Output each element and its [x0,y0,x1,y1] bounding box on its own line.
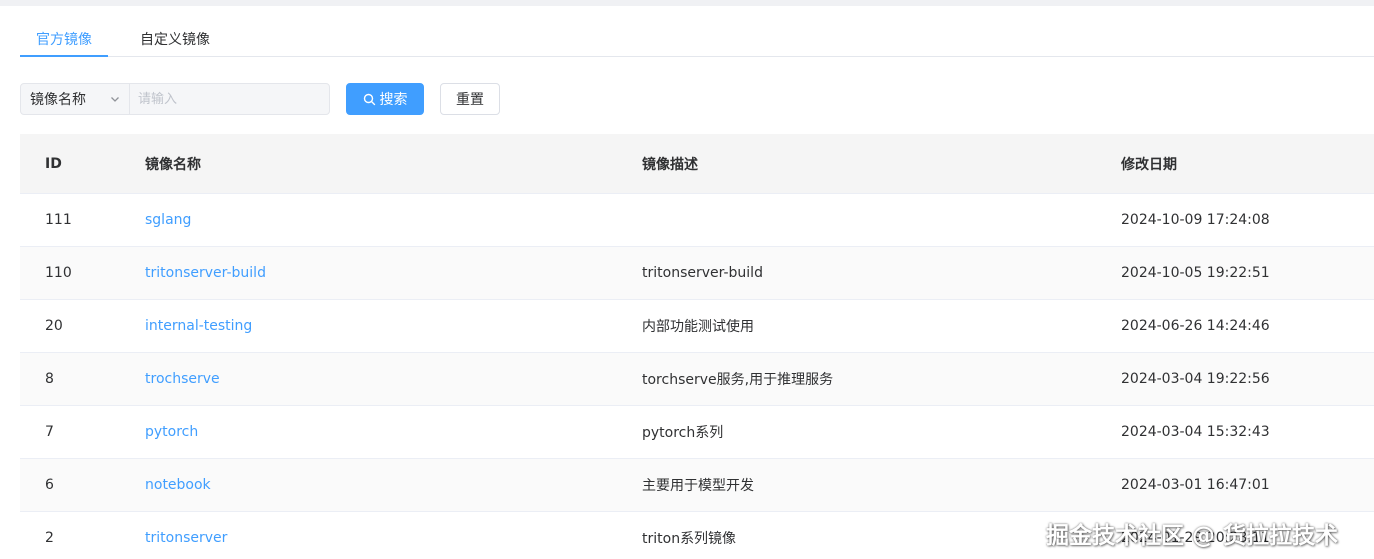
tab-custom-images[interactable]: 自定义镜像 [140,26,210,56]
table-row: 111 sglang 2024-10-09 17:24:08 [20,194,1374,247]
column-header-date: 修改日期 [1121,156,1177,173]
row-id: 8 [45,371,54,387]
row-name-link[interactable]: notebook [145,459,211,511]
search-button-label: 搜索 [379,92,408,108]
table-row: 7 pytorch pytorch系列 2024-03-04 15:32:43 [20,406,1374,459]
row-desc: 内部功能测试使用 [642,319,754,335]
row-desc: pytorch系列 [642,425,724,441]
row-date: 2024-10-09 17:24:08 [1121,212,1270,228]
row-name-link[interactable]: tritonserver-build [145,247,266,299]
row-name-link[interactable]: trochserve [145,353,220,405]
row-date: 2024-03-04 15:32:43 [1121,424,1270,440]
row-id: 2 [45,530,54,546]
column-header-id: ID [45,155,62,172]
row-date: 2024-10-05 19:22:51 [1121,265,1270,281]
row-name-link[interactable]: pytorch [145,406,198,458]
row-desc: 主要用于模型开发 [642,478,754,494]
row-id: 7 [45,424,54,440]
table-row: 8 trochserve torchserve服务,用于推理服务 2024-03… [20,353,1374,406]
image-table: ID 镜像名称 镜像描述 修改日期 111 sglang 2024-10-09 … [20,134,1374,559]
active-tab-indicator [20,55,108,57]
chevron-down-icon [111,97,119,102]
column-header-name: 镜像名称 [145,156,201,173]
table-header: ID 镜像名称 镜像描述 修改日期 [20,134,1374,194]
row-id: 110 [45,265,72,281]
row-name-link[interactable]: tritonserver [145,512,227,559]
row-date: 2024-03-01 16:47:01 [1121,477,1270,493]
column-header-desc: 镜像描述 [642,156,698,173]
search-group: 镜像名称 [20,83,330,115]
reset-button-label: 重置 [456,92,484,108]
search-button[interactable]: 搜索 [346,83,424,115]
row-desc: torchserve服务,用于推理服务 [642,372,834,388]
row-name-link[interactable]: internal-testing [145,300,252,352]
tab-bar: 官方镜像 自定义镜像 [20,26,1374,57]
search-icon [363,93,375,105]
row-id: 6 [45,477,54,493]
tab-official-images[interactable]: 官方镜像 [36,26,92,56]
content-panel: 官方镜像 自定义镜像 镜像名称 搜索 重置 ID 镜像名称 镜像描述 修改日期 … [0,6,1374,559]
row-desc: triton系列镜像 [642,531,737,547]
row-id: 20 [45,318,63,334]
row-id: 111 [45,212,72,228]
table-row: 6 notebook 主要用于模型开发 2024-03-01 16:47:01 [20,459,1374,512]
search-field-select[interactable]: 镜像名称 [21,84,130,114]
row-date: 2024-06-26 14:24:46 [1121,318,1270,334]
row-desc: tritonserver-build [642,265,763,281]
row-name-link[interactable]: sglang [145,194,191,246]
table-row: 20 internal-testing 内部功能测试使用 2024-06-26 … [20,300,1374,353]
row-date: 2024-03-04 19:22:56 [1121,371,1270,387]
search-input[interactable] [130,84,329,114]
watermark: 掘金技术社区 @ 货拉拉技术 [1046,523,1339,549]
search-field-selected: 镜像名称 [30,92,86,108]
reset-button[interactable]: 重置 [440,83,500,115]
table-row: 110 tritonserver-build tritonserver-buil… [20,247,1374,300]
